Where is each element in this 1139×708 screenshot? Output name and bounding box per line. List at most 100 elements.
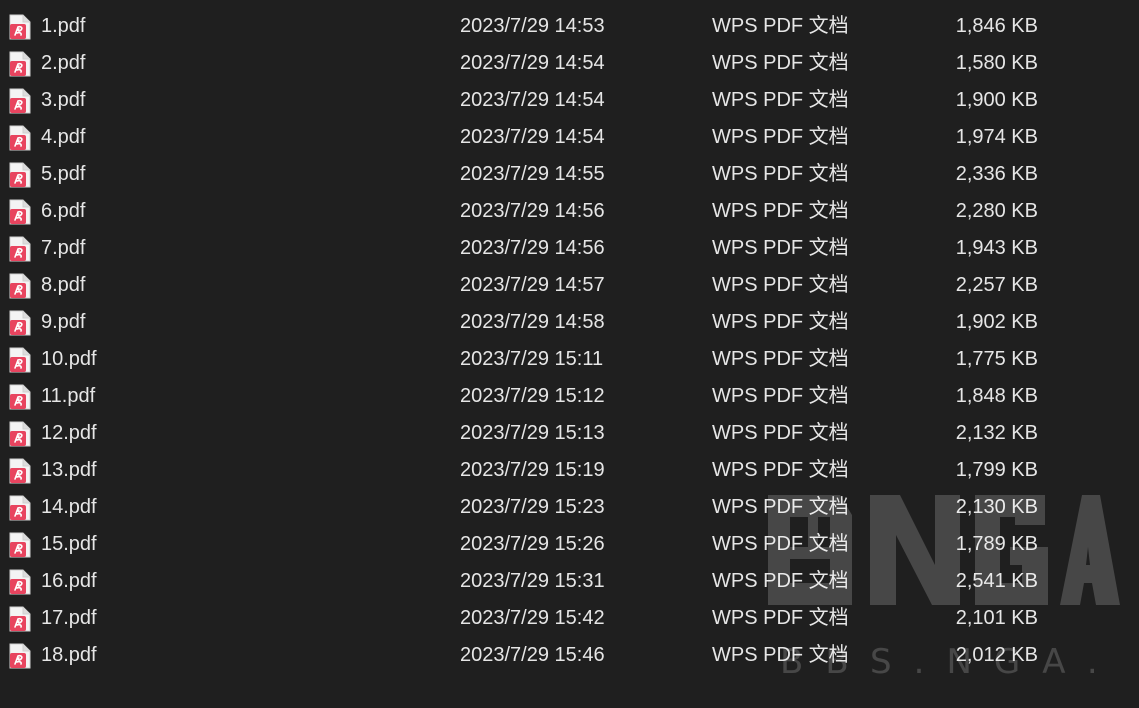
file-row[interactable]: 8.pdf 2023/7/29 14:57 WPS PDF 文档 2,257 K… [0,267,1139,304]
file-row[interactable]: 13.pdf 2023/7/29 15:19 WPS PDF 文档 1,799 … [0,452,1139,489]
file-name: 17.pdf [41,607,97,629]
file-name: 3.pdf [41,89,86,111]
file-type: WPS PDF 文档 [712,496,849,518]
file-list: 1.pdf 2023/7/29 14:53 WPS PDF 文档 1,846 K… [0,8,1139,674]
file-size: 1,848 KB [955,385,1038,407]
file-row[interactable]: 17.pdf 2023/7/29 15:42 WPS PDF 文档 2,101 … [0,600,1139,637]
file-type: WPS PDF 文档 [712,52,849,74]
wps-pdf-icon [9,14,31,40]
wps-pdf-icon [9,421,31,447]
file-row[interactable]: 5.pdf 2023/7/29 14:55 WPS PDF 文档 2,336 K… [0,156,1139,193]
file-size: 1,900 KB [955,89,1038,111]
file-type: WPS PDF 文档 [712,237,849,259]
file-size: 1,799 KB [955,459,1038,481]
file-row[interactable]: 15.pdf 2023/7/29 15:26 WPS PDF 文档 1,789 … [0,526,1139,563]
file-name: 12.pdf [41,422,97,444]
file-size: 2,257 KB [955,274,1038,296]
wps-pdf-icon [9,51,31,77]
file-row[interactable]: 7.pdf 2023/7/29 14:56 WPS PDF 文档 1,943 K… [0,230,1139,267]
wps-pdf-icon [9,310,31,336]
file-size: 1,943 KB [955,237,1038,259]
file-modified-date: 2023/7/29 15:46 [460,644,605,666]
file-modified-date: 2023/7/29 15:13 [460,422,605,444]
file-row[interactable]: 14.pdf 2023/7/29 15:23 WPS PDF 文档 2,130 … [0,489,1139,526]
file-modified-date: 2023/7/29 15:19 [460,459,605,481]
file-modified-date: 2023/7/29 15:31 [460,570,605,592]
file-size: 2,541 KB [955,570,1038,592]
file-name: 7.pdf [41,237,86,259]
file-name: 14.pdf [41,496,97,518]
file-row[interactable]: 2.pdf 2023/7/29 14:54 WPS PDF 文档 1,580 K… [0,45,1139,82]
file-type: WPS PDF 文档 [712,89,849,111]
file-row[interactable]: 18.pdf 2023/7/29 15:46 WPS PDF 文档 2,012 … [0,637,1139,674]
file-modified-date: 2023/7/29 14:56 [460,200,605,222]
file-size: 1,580 KB [955,52,1038,74]
file-name: 9.pdf [41,311,86,333]
file-size: 1,846 KB [955,15,1038,37]
wps-pdf-icon [9,273,31,299]
file-size: 1,775 KB [955,348,1038,370]
file-name: 16.pdf [41,570,97,592]
file-row[interactable]: 10.pdf 2023/7/29 15:11 WPS PDF 文档 1,775 … [0,341,1139,378]
file-modified-date: 2023/7/29 14:54 [460,89,605,111]
wps-pdf-icon [9,162,31,188]
file-modified-date: 2023/7/29 15:42 [460,607,605,629]
file-name: 11.pdf [41,385,96,407]
file-name: 8.pdf [41,274,86,296]
file-name: 18.pdf [41,644,97,666]
file-type: WPS PDF 文档 [712,422,849,444]
file-row[interactable]: 11.pdf 2023/7/29 15:12 WPS PDF 文档 1,848 … [0,378,1139,415]
file-size: 1,789 KB [955,533,1038,555]
file-name: 10.pdf [41,348,97,370]
wps-pdf-icon [9,569,31,595]
wps-pdf-icon [9,347,31,373]
file-row[interactable]: 12.pdf 2023/7/29 15:13 WPS PDF 文档 2,132 … [0,415,1139,452]
file-modified-date: 2023/7/29 14:57 [460,274,605,296]
wps-pdf-icon [9,532,31,558]
file-type: WPS PDF 文档 [712,607,849,629]
file-modified-date: 2023/7/29 15:11 [460,348,604,370]
file-row[interactable]: 1.pdf 2023/7/29 14:53 WPS PDF 文档 1,846 K… [0,8,1139,45]
wps-pdf-icon [9,495,31,521]
file-size: 2,132 KB [955,422,1038,444]
file-type: WPS PDF 文档 [712,459,849,481]
file-size: 2,280 KB [955,200,1038,222]
file-type: WPS PDF 文档 [712,15,849,37]
file-modified-date: 2023/7/29 15:23 [460,496,605,518]
file-type: WPS PDF 文档 [712,385,849,407]
wps-pdf-icon [9,199,31,225]
file-row[interactable]: 16.pdf 2023/7/29 15:31 WPS PDF 文档 2,541 … [0,563,1139,600]
wps-pdf-icon [9,384,31,410]
file-size: 2,130 KB [955,496,1038,518]
file-row[interactable]: 9.pdf 2023/7/29 14:58 WPS PDF 文档 1,902 K… [0,304,1139,341]
file-size: 2,336 KB [955,163,1038,185]
file-modified-date: 2023/7/29 14:56 [460,237,605,259]
file-type: WPS PDF 文档 [712,533,849,555]
file-modified-date: 2023/7/29 14:54 [460,52,605,74]
file-name: 5.pdf [41,163,86,185]
file-row[interactable]: 3.pdf 2023/7/29 14:54 WPS PDF 文档 1,900 K… [0,82,1139,119]
file-modified-date: 2023/7/29 15:26 [460,533,605,555]
file-row[interactable]: 6.pdf 2023/7/29 14:56 WPS PDF 文档 2,280 K… [0,193,1139,230]
file-name: 2.pdf [41,52,86,74]
file-name: 15.pdf [41,533,97,555]
file-size: 1,902 KB [955,311,1038,333]
file-modified-date: 2023/7/29 14:54 [460,126,605,148]
file-type: WPS PDF 文档 [712,126,849,148]
file-type: WPS PDF 文档 [712,348,849,370]
file-type: WPS PDF 文档 [712,311,849,333]
file-modified-date: 2023/7/29 14:53 [460,15,605,37]
file-modified-date: 2023/7/29 14:55 [460,163,605,185]
file-type: WPS PDF 文档 [712,200,849,222]
file-size: 2,101 KB [955,607,1038,629]
file-row[interactable]: 4.pdf 2023/7/29 14:54 WPS PDF 文档 1,974 K… [0,119,1139,156]
file-type: WPS PDF 文档 [712,274,849,296]
file-name: 6.pdf [41,200,86,222]
file-size: 1,974 KB [955,126,1038,148]
file-type: WPS PDF 文档 [712,570,849,592]
file-name: 1.pdf [41,15,86,37]
file-modified-date: 2023/7/29 15:12 [460,385,605,407]
file-name: 4.pdf [41,126,86,148]
wps-pdf-icon [9,236,31,262]
file-name: 13.pdf [41,459,97,481]
